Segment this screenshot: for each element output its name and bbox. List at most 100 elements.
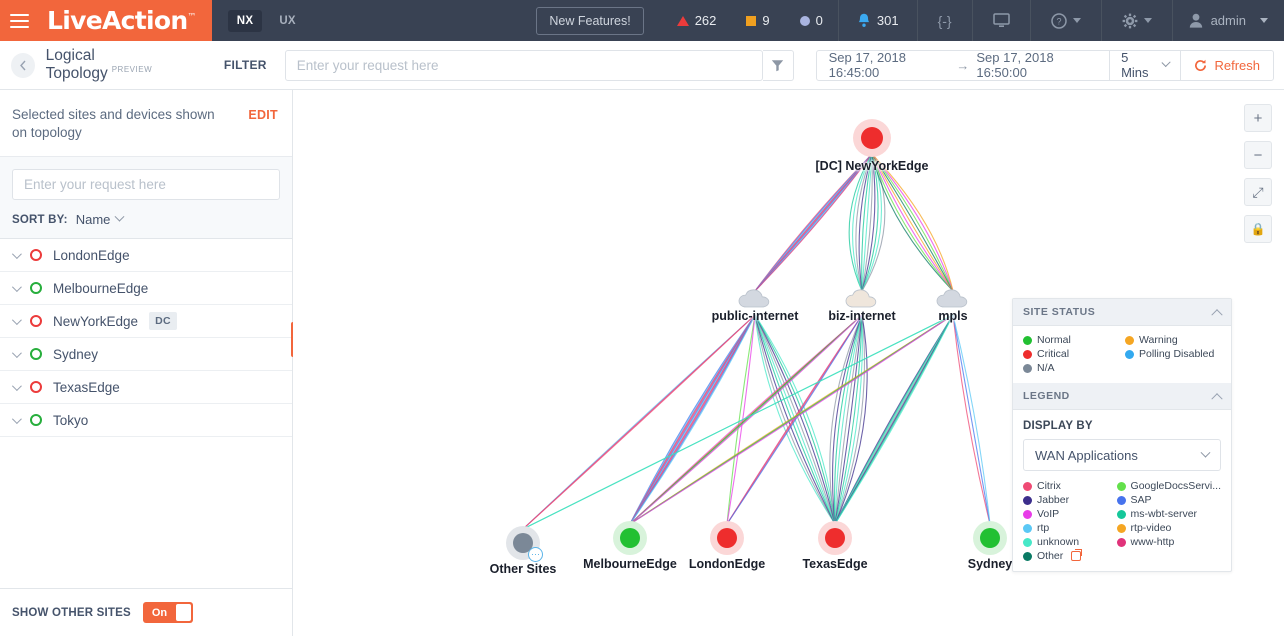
- application-color-dot: [1117, 496, 1126, 505]
- site-name: MelbourneEdge: [53, 281, 148, 296]
- status-ring-icon: [30, 249, 42, 261]
- topology-canvas[interactable]: [DC] NewYorkEdgepublic-internetbiz-inter…: [293, 90, 1284, 636]
- application-legend-item: GoogleDocsServi...: [1117, 480, 1221, 492]
- display-button[interactable]: [972, 0, 1030, 41]
- topology-node[interactable]: mpls: [893, 289, 1013, 323]
- application-legend-item[interactable]: Other: [1023, 550, 1111, 562]
- topology-link[interactable]: [727, 315, 755, 524]
- status-legend-label: Warning: [1139, 334, 1178, 346]
- status-counters: 262 9 0: [662, 0, 838, 41]
- site-status-panel-header[interactable]: SITE STATUS: [1013, 299, 1231, 326]
- topology-link[interactable]: [835, 315, 862, 524]
- site-list-item[interactable]: TexasEdge: [0, 371, 292, 404]
- site-name: TexasEdge: [53, 380, 120, 395]
- application-color-dot: [1023, 496, 1032, 505]
- help-button[interactable]: ?: [1030, 0, 1101, 41]
- status-ring-icon: [30, 348, 42, 360]
- fit-screen-icon[interactable]: ⤢: [1244, 178, 1272, 206]
- site-list-item[interactable]: Sydney: [0, 338, 292, 371]
- tab-nx[interactable]: NX: [228, 10, 263, 32]
- site-list-item[interactable]: MelbourneEdge: [0, 272, 292, 305]
- site-list-item[interactable]: Tokyo: [0, 404, 292, 437]
- topology-link[interactable]: [953, 315, 990, 524]
- help-chevron-down-icon: [1073, 18, 1081, 23]
- status-ring-icon: [30, 381, 42, 393]
- circle-info-icon: [800, 16, 810, 26]
- filter-apply-button[interactable]: [763, 50, 793, 81]
- node-core: [717, 528, 737, 548]
- sort-by-select[interactable]: Name: [76, 212, 124, 227]
- topology-link[interactable]: [835, 315, 862, 524]
- time-range-picker[interactable]: Sep 17, 2018 16:45:00 → Sep 17, 2018 16:…: [817, 51, 1109, 80]
- refresh-label: Refresh: [1214, 58, 1260, 73]
- top-navigation-bar: LiveAction™ NX UX New Features! 262 9 0 …: [0, 0, 1284, 41]
- status-ring-icon: [30, 315, 42, 327]
- info-counter[interactable]: 0: [785, 13, 838, 28]
- topology-node[interactable]: public-internet: [695, 289, 815, 323]
- refresh-button[interactable]: Refresh: [1180, 51, 1273, 80]
- display-by-chevron-down-icon: [1201, 447, 1211, 457]
- expand-chevron-icon[interactable]: [12, 381, 22, 391]
- tab-ux[interactable]: UX: [270, 10, 305, 32]
- topology-node[interactable]: [DC] NewYorkEdge: [802, 119, 942, 173]
- zoom-in-icon[interactable]: +: [1244, 104, 1272, 132]
- expand-chevron-icon[interactable]: [12, 282, 22, 292]
- status-ring-icon: [30, 414, 42, 426]
- refresh-icon: [1194, 59, 1207, 72]
- user-menu-button[interactable]: admin: [1172, 0, 1284, 41]
- cloud-icon: [935, 289, 971, 309]
- settings-button[interactable]: [1101, 0, 1172, 41]
- topology-link[interactable]: [835, 315, 862, 524]
- other-sites-badge-icon[interactable]: ⋯: [528, 547, 543, 562]
- topology-node-label: Sydney: [968, 557, 1012, 571]
- warning-counter[interactable]: 9: [731, 13, 784, 28]
- application-color-dot: [1023, 482, 1032, 491]
- zoom-out-icon[interactable]: −: [1244, 141, 1272, 169]
- node-halo: [818, 521, 852, 555]
- edit-selection-button[interactable]: EDIT: [248, 106, 278, 122]
- hamburger-menu-button[interactable]: [0, 0, 39, 41]
- warning-count: 9: [762, 13, 769, 28]
- display-by-select[interactable]: WAN Applications: [1023, 439, 1221, 471]
- application-legend-item: rtp-video: [1117, 522, 1221, 534]
- application-legend-item: Jabber: [1023, 494, 1111, 506]
- api-console-button[interactable]: {-}: [917, 0, 972, 41]
- monitor-icon: [993, 13, 1010, 28]
- settings-chevron-down-icon: [1144, 18, 1152, 23]
- interval-select[interactable]: 5 Mins: [1109, 51, 1180, 80]
- application-legend-item: unknown: [1023, 536, 1111, 548]
- sort-chevron-down-icon: [115, 212, 125, 222]
- topology-link[interactable]: [835, 315, 862, 524]
- show-other-sites-toggle[interactable]: On: [143, 602, 193, 623]
- sidebar-footer: SHOW OTHER SITES On: [0, 588, 292, 636]
- node-core: [825, 528, 845, 548]
- brand-logo[interactable]: LiveAction™: [39, 0, 212, 41]
- site-list-item[interactable]: NewYorkEdgeDC: [0, 305, 292, 338]
- application-color-dot: [1117, 524, 1126, 533]
- node-halo: [973, 521, 1007, 555]
- status-color-dot: [1023, 364, 1032, 373]
- new-features-button[interactable]: New Features!: [536, 7, 643, 35]
- legend-title: LEGEND: [1023, 390, 1070, 402]
- legend-panel-header[interactable]: LEGEND: [1013, 383, 1231, 410]
- application-label: rtp-video: [1131, 522, 1172, 534]
- topology-node[interactable]: TexasEdge: [765, 521, 905, 571]
- notifications-button[interactable]: 301: [838, 0, 917, 41]
- expand-chevron-icon[interactable]: [12, 348, 22, 358]
- square-warning-icon: [746, 16, 756, 26]
- sidebar-search-input[interactable]: [12, 169, 280, 200]
- filter-input[interactable]: [285, 50, 764, 81]
- external-link-icon[interactable]: [1071, 551, 1081, 561]
- topology-link[interactable]: [630, 315, 755, 524]
- expand-chevron-icon[interactable]: [12, 249, 22, 259]
- site-status-title: SITE STATUS: [1023, 306, 1095, 318]
- back-button[interactable]: [11, 53, 35, 78]
- topology-link[interactable]: [727, 315, 755, 524]
- expand-chevron-icon[interactable]: [12, 315, 22, 325]
- lock-icon[interactable]: 🔒: [1244, 215, 1272, 243]
- site-list-item[interactable]: LondonEdge: [0, 239, 292, 272]
- application-legend-item: ms-wbt-server: [1117, 508, 1221, 520]
- expand-chevron-icon[interactable]: [12, 414, 22, 424]
- node-halo: [613, 521, 647, 555]
- critical-counter[interactable]: 262: [662, 13, 732, 28]
